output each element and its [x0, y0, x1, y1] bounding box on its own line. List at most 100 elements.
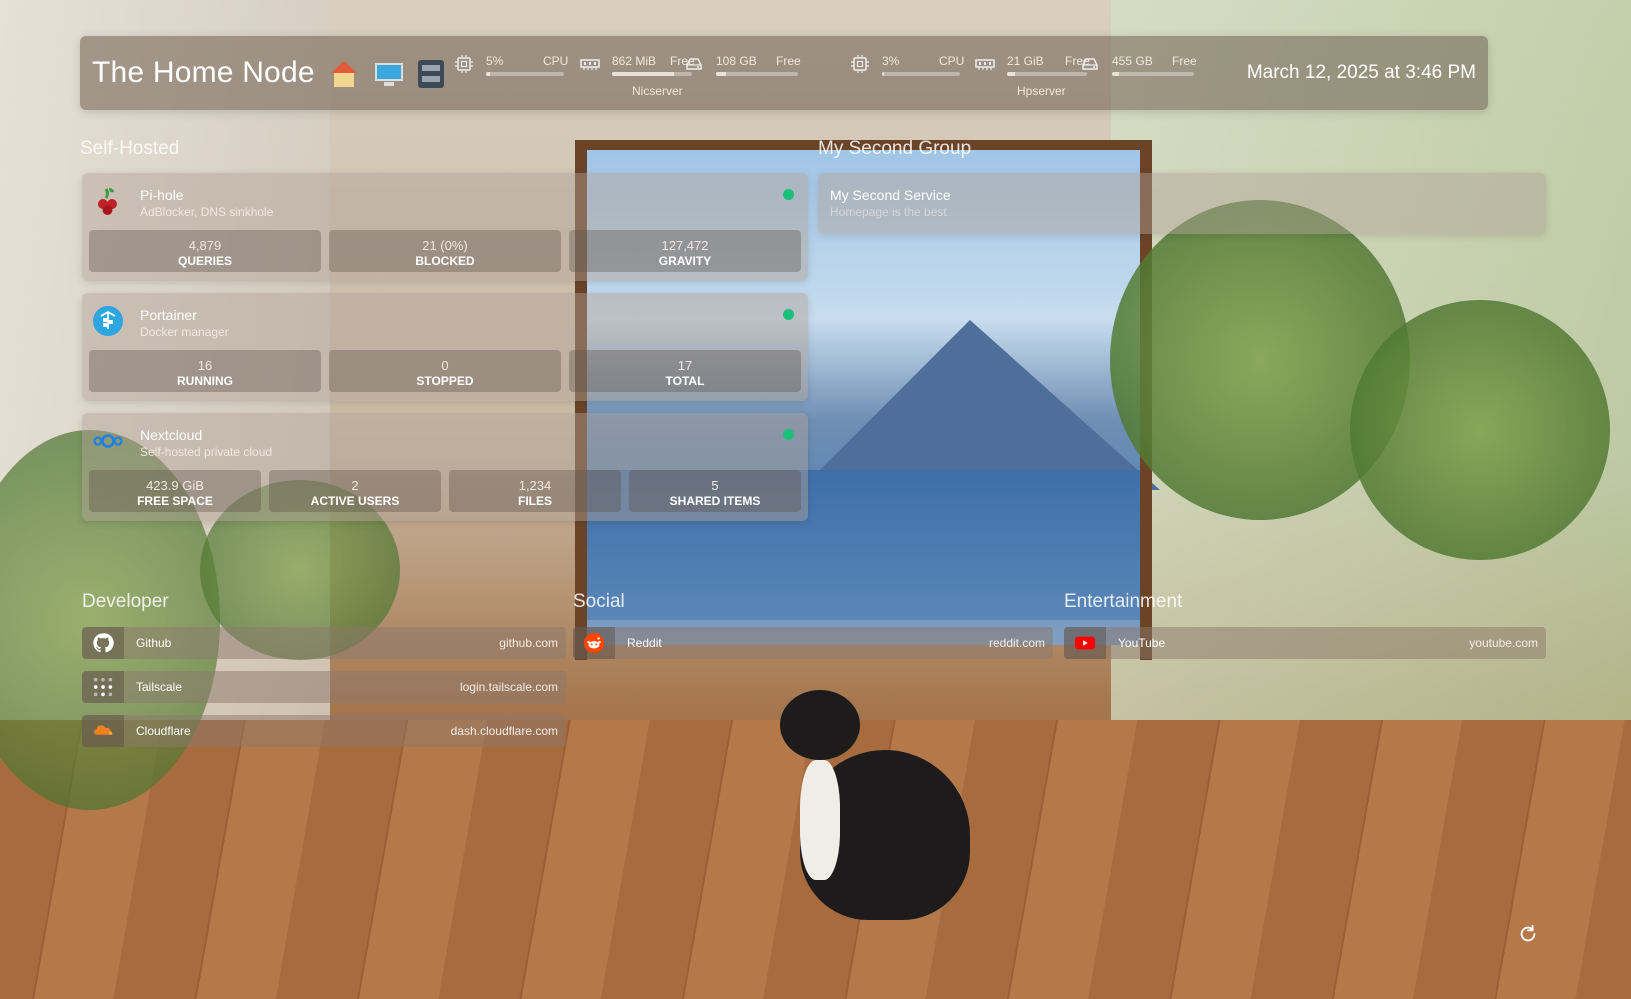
- hpserver-cpu-widget: 3% CPU: [850, 54, 964, 80]
- nicserver-memory-widget: 862 MiB Free: [580, 54, 695, 80]
- memory-usage-fill: [1007, 72, 1015, 76]
- stat-free-space: 423.9 GiB FREE SPACE: [89, 470, 261, 512]
- bookmark-name: Reddit: [627, 636, 662, 650]
- cpu-icon: [455, 55, 473, 73]
- bookmark-group-title-social: Social: [573, 591, 625, 612]
- site-title-text: The Home Node: [92, 56, 315, 89]
- stat-value: 2: [351, 478, 359, 493]
- cpu-usage-bar: [486, 72, 564, 76]
- service-stats: 16 RUNNING 0 STOPPED 17 TOTAL: [89, 350, 801, 392]
- disk-label: Free: [1172, 54, 1197, 68]
- bookmark-url: reddit.com: [988, 636, 1045, 650]
- stat-shared-items: 5 SHARED ITEMS: [629, 470, 801, 512]
- nextcloud-icon: [93, 434, 123, 448]
- stat-label: GRAVITY: [658, 254, 712, 268]
- memory-usage-fill: [612, 72, 675, 76]
- refresh-icon[interactable]: [1517, 923, 1539, 945]
- cpu-usage-fill: [882, 72, 885, 76]
- stat-active-users: 2 ACTIVE USERS: [269, 470, 441, 512]
- bookmark-reddit[interactable]: Reddit reddit.com: [573, 627, 1053, 659]
- service-stats: 423.9 GiB FREE SPACE 2 ACTIVE USERS 1,234 F…: [89, 470, 801, 512]
- service-stats: 4,879 QUERIES 21 (0%) BLOCKED 127,472 GRAVI…: [89, 230, 801, 272]
- service-description: Homepage is the best: [830, 205, 947, 219]
- bookmark-tailscale[interactable]: Tailscale login.tailscale.com: [82, 671, 566, 703]
- stat-blocked: 21 (0%) BLOCKED: [329, 230, 561, 272]
- stat-queries: 4,879 QUERIES: [89, 230, 321, 272]
- service-card-portainer[interactable]: Portainer Docker manager 16 RUNNING 0 STOP…: [82, 293, 808, 401]
- bookmark-cloudflare[interactable]: Cloudflare dash.cloudflare.com: [82, 715, 566, 747]
- hpserver-memory-widget: 21 GiB Free: [975, 54, 1090, 80]
- memory-icon: [975, 59, 995, 70]
- server-name-hpserver: Hpserver: [1017, 84, 1066, 98]
- youtube-icon: [1064, 627, 1106, 659]
- disk-usage-fill: [716, 72, 726, 76]
- stat-value: 17: [677, 358, 693, 373]
- file-cabinet-icon: [418, 60, 445, 89]
- bookmark-url: dash.cloudflare.com: [450, 724, 558, 738]
- desktop-computer-icon: [374, 61, 404, 87]
- cpu-label: CPU: [939, 54, 965, 68]
- memory-value: 21 GiB: [1007, 54, 1044, 68]
- service-card-my-second-service[interactable]: My Second Service Homepage is the best: [818, 173, 1546, 234]
- memory-value: 862 MiB: [612, 54, 657, 68]
- stat-label: FILES: [517, 494, 552, 508]
- status-indicator: [783, 309, 794, 320]
- status-indicator: [783, 189, 794, 200]
- service-card-nextcloud[interactable]: Nextcloud Self-hosted private cloud 423.…: [82, 413, 808, 521]
- cpu-icon: [851, 55, 869, 73]
- service-card-pihole[interactable]: Pi-hole AdBlocker, DNS sinkhole 4,879 QUE…: [82, 173, 808, 281]
- memory-usage-bar: [612, 72, 692, 76]
- bookmark-name: YouTube: [1118, 636, 1166, 650]
- nicserver-disk-widget: 108 GB Free: [684, 54, 801, 80]
- stat-label: BLOCKED: [415, 254, 475, 268]
- disk-usage-bar: [1112, 72, 1194, 76]
- tailscale-icon: [82, 671, 124, 703]
- stat-stopped: 0 STOPPED: [329, 350, 561, 392]
- portainer-icon: [93, 306, 123, 336]
- status-indicator: [783, 429, 794, 440]
- server-name-nicserver: Nicserver: [632, 84, 683, 98]
- stat-value: 4,879: [188, 238, 222, 253]
- service-name: Nextcloud: [140, 427, 203, 443]
- stat-value: 127,472: [661, 238, 709, 253]
- service-description: AdBlocker, DNS sinkhole: [140, 205, 274, 219]
- reddit-icon: [573, 627, 615, 659]
- github-icon: [82, 627, 124, 659]
- memory-icon: [580, 59, 600, 70]
- stat-label: SHARED ITEMS: [669, 494, 761, 508]
- cpu-value: 5%: [486, 54, 504, 68]
- stat-value: 423.9 GiB: [146, 478, 204, 493]
- service-description: Self-hosted private cloud: [140, 445, 273, 459]
- stat-gravity: 127,472 GRAVITY: [569, 230, 801, 272]
- bookmark-github[interactable]: Github github.com: [82, 627, 566, 659]
- disk-label: Free: [776, 54, 801, 68]
- stat-files: 1,234 FILES: [449, 470, 621, 512]
- service-description: Docker manager: [140, 325, 229, 339]
- stat-label: FREE SPACE: [137, 494, 213, 508]
- house-icon: [329, 61, 359, 88]
- bookmark-name: Tailscale: [136, 680, 183, 694]
- site-title: The Home Node: [92, 56, 445, 90]
- service-name: Pi-hole: [140, 187, 184, 203]
- cpu-value: 3%: [882, 54, 900, 68]
- stat-value: 1,234: [518, 478, 552, 493]
- nicserver-cpu-widget: 5% CPU: [454, 54, 568, 80]
- bookmark-youtube[interactable]: YouTube youtube.com: [1064, 627, 1546, 659]
- disk-value: 108 GB: [716, 54, 757, 68]
- stat-running: 16 RUNNING: [89, 350, 321, 392]
- stat-value: 5: [711, 478, 719, 493]
- stat-label: TOTAL: [665, 374, 705, 388]
- pihole-icon: [98, 188, 117, 215]
- stat-label: ACTIVE USERS: [310, 494, 400, 508]
- hpserver-disk-widget: 455 GB Free: [1080, 54, 1197, 80]
- cpu-label: CPU: [543, 54, 569, 68]
- date-time: March 12, 2025 at 3:46 PM: [1246, 62, 1476, 83]
- stat-value: 21 (0%): [422, 238, 468, 253]
- group-title-self-hosted: Self-Hosted: [80, 138, 180, 159]
- cloudflare-icon: [82, 715, 124, 747]
- disk-icon: [686, 58, 702, 70]
- stat-total: 17 TOTAL: [569, 350, 801, 392]
- bookmark-url: github.com: [499, 636, 558, 650]
- stat-label: STOPPED: [416, 374, 474, 388]
- stat-label: RUNNING: [177, 374, 233, 388]
